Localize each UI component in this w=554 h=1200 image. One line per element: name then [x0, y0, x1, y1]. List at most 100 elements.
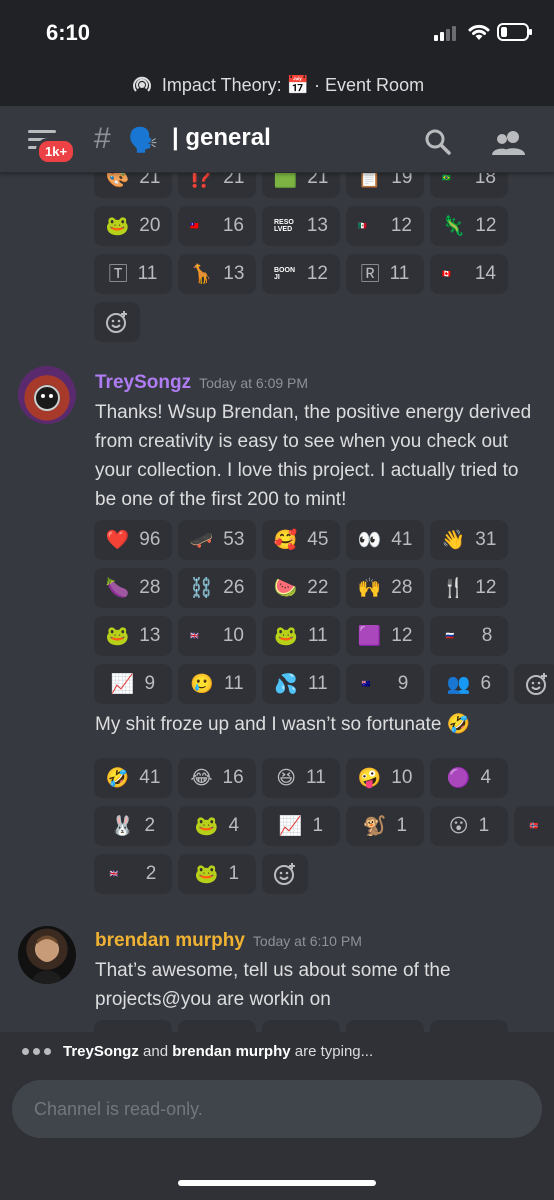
reaction-count: 28 — [139, 577, 161, 598]
reaction-count: 12 — [306, 263, 328, 284]
reaction-pill[interactable]: 🐒 1 — [346, 806, 424, 846]
search-icon[interactable] — [424, 128, 452, 156]
reaction-pill[interactable]: 🇦🇺 9 — [346, 664, 424, 704]
reaction-pill[interactable]: 🇬🇧 10 — [178, 616, 256, 656]
reaction-count: 12 — [391, 625, 413, 646]
reaction-pill[interactable]: 😮 1 — [430, 806, 508, 846]
reaction-pill[interactable]: 🦎 12 — [430, 206, 508, 246]
message-reactions: ❤️ 96 🛹 53 🥰 45 👀 41 👋 31 🍆 28 ⛓️ 26 🍉 22 🙌 28 🍴 12 🐸 13 🇬🇧 10 🐸… — [94, 520, 554, 712]
reaction-count: 2 — [144, 815, 156, 836]
channel-name[interactable]: | general — [172, 124, 271, 152]
reaction-emoji: 🇲🇽 — [358, 222, 367, 230]
reaction-pill[interactable]: 🇳🇴2 — [514, 806, 554, 846]
reaction-emoji: 🐒 — [362, 815, 387, 837]
message-feed[interactable]: 🎨 21 ⁉️ 21 🟩 21 📋 19 🇧🇷 18 🐸 20 🇹🇼 16 RESOLVED 13 🇲🇽 12 🦎 1… — [0, 172, 554, 1032]
add-reaction-button[interactable] — [94, 302, 140, 342]
reaction-pill[interactable]: 🟪 12 — [346, 616, 424, 656]
reaction-pill[interactable]: 🍆 28 — [94, 568, 172, 608]
reaction-row: 🇬🇧 2 🐸 1 — [94, 854, 554, 894]
reaction-pill[interactable]: 📋 19 — [346, 172, 424, 198]
add-reaction-button[interactable] — [514, 664, 554, 704]
author-name[interactable]: TreySongz Today at 6:09 PM — [95, 372, 308, 394]
reaction-pill[interactable]: 🟩 21 — [262, 172, 340, 198]
reaction-pill[interactable]: 🅃 11 — [94, 254, 172, 294]
reaction-pill[interactable]: 🤪 10 — [346, 758, 424, 798]
reaction-pill[interactable]: 🇧🇷 18 — [430, 172, 508, 198]
reaction-emoji: 🅁 — [360, 263, 380, 285]
reaction-count: 31 — [475, 529, 497, 550]
reaction-pill[interactable]: 🎨 21 — [94, 172, 172, 198]
add-reaction-icon — [526, 673, 547, 695]
reaction-emoji: 🥲 — [190, 673, 214, 695]
reaction-pill[interactable]: 📈 9 — [94, 664, 172, 704]
reaction-pill[interactable]: BOONJI 12 — [262, 254, 340, 294]
reaction-pill[interactable]: 🐰 2 — [94, 806, 172, 846]
reaction-pill[interactable]: 🍉 22 — [262, 568, 340, 608]
followup-reactions: 🤣41😂16😆11🤪10🟣4🐰2🐸4📈1🐒1😮1🇳🇴2🇬🇧2🐸1 — [94, 758, 554, 902]
reaction-pill[interactable]: 🇬🇧 2 — [94, 854, 172, 894]
author-name[interactable]: brendan murphy Today at 6:10 PM — [95, 930, 362, 952]
reaction-pill[interactable]: 🛹 53 — [178, 520, 256, 560]
channel-header: 1k+ # 🗣️ | general — [0, 106, 554, 173]
reaction-pill[interactable]: 🇹🇼 16 — [178, 206, 256, 246]
reaction-pill[interactable]: 🙌 28 — [346, 568, 424, 608]
reaction-pill[interactable]: 🦒 13 — [178, 254, 256, 294]
reaction-pill[interactable]: 👋 31 — [430, 520, 508, 560]
reaction-pill[interactable]: 😂 16 — [178, 758, 256, 798]
reaction-row: ❤️ 96 🛹 53 🥰 45 👀 41 👋 31 — [94, 520, 554, 560]
status-time: 6:10 — [46, 20, 91, 45]
reaction-pill[interactable]: 🐸 1 — [178, 854, 256, 894]
home-indicator[interactable] — [178, 1180, 376, 1186]
reaction-emoji: 🛹 — [189, 529, 214, 551]
reaction-emoji: 🐸 — [194, 863, 219, 885]
author-label[interactable]: TreySongz — [95, 372, 191, 393]
message-input[interactable]: Channel is read-only. — [12, 1080, 542, 1138]
reaction-pill[interactable]: 👀 41 — [346, 520, 424, 560]
previous-add-reaction-row — [94, 302, 140, 350]
reaction-pill[interactable]: 🅁 11 — [346, 254, 424, 294]
reaction-pill[interactable]: 🐸 20 — [94, 206, 172, 246]
reaction-pill[interactable]: 😆 11 — [262, 758, 340, 798]
reaction-pill[interactable]: 🐸 11 — [262, 616, 340, 656]
members-icon[interactable] — [492, 130, 526, 156]
reaction-pill[interactable]: 🍴 12 — [430, 568, 508, 608]
reaction-pill[interactable]: ⛓️ 26 — [178, 568, 256, 608]
channel-emoji: 🗣️ — [128, 127, 158, 154]
event-room-bar[interactable]: Impact Theory: 📅 · Event Room — [0, 64, 554, 106]
reaction-pill[interactable]: 💦 11 — [262, 664, 340, 704]
reaction-pill[interactable]: ❤️ 96 — [94, 520, 172, 560]
reaction-emoji: 😂 — [190, 767, 213, 789]
reaction-pill[interactable]: 🤣 41 — [94, 758, 172, 798]
avatar[interactable] — [18, 926, 76, 984]
reaction-pill[interactable]: 👥 6 — [430, 664, 508, 704]
reaction-pill[interactable]: ⁉️ 21 — [178, 172, 256, 198]
reaction-emoji: 🇦🇺 — [361, 680, 371, 688]
reaction-emoji: 🐰 — [110, 815, 135, 837]
reaction-pill[interactable]: 🥲 11 — [178, 664, 256, 704]
reaction-emoji: 🇨🇦 — [442, 270, 451, 278]
reaction-count: 11 — [307, 673, 328, 694]
reaction-pill[interactable]: 🐸 13 — [94, 616, 172, 656]
author-label[interactable]: brendan murphy — [95, 930, 245, 951]
reaction-count: 1 — [312, 815, 324, 836]
reaction-count: 12 — [390, 215, 412, 236]
add-reaction-button[interactable] — [262, 854, 308, 894]
typing-and: and — [143, 1042, 169, 1060]
reaction-pill[interactable]: 📈 1 — [262, 806, 340, 846]
avatar[interactable] — [18, 366, 76, 424]
battery-icon — [497, 23, 532, 41]
reaction-pill[interactable]: 🇨🇦 14 — [430, 254, 508, 294]
typing-dots-icon — [22, 1047, 51, 1055]
reaction-emoji: 🅃 — [108, 263, 128, 285]
reaction-pill[interactable]: 🐸 4 — [178, 806, 256, 846]
reaction-pill[interactable]: 🇲🇽 12 — [346, 206, 424, 246]
reaction-pill[interactable]: RESOLVED 13 — [262, 206, 340, 246]
reaction-count: 1 — [396, 815, 408, 836]
reaction-pill[interactable]: 🟣 4 — [430, 758, 508, 798]
reaction-count: 4 — [480, 767, 492, 788]
reaction-emoji: ❤️ — [105, 529, 130, 551]
reaction-count: 16 — [222, 215, 244, 236]
reaction-pill[interactable]: 🥰 45 — [262, 520, 340, 560]
reaction-emoji: 🐸 — [274, 625, 298, 647]
reaction-pill[interactable]: 🇷🇺 8 — [430, 616, 508, 656]
